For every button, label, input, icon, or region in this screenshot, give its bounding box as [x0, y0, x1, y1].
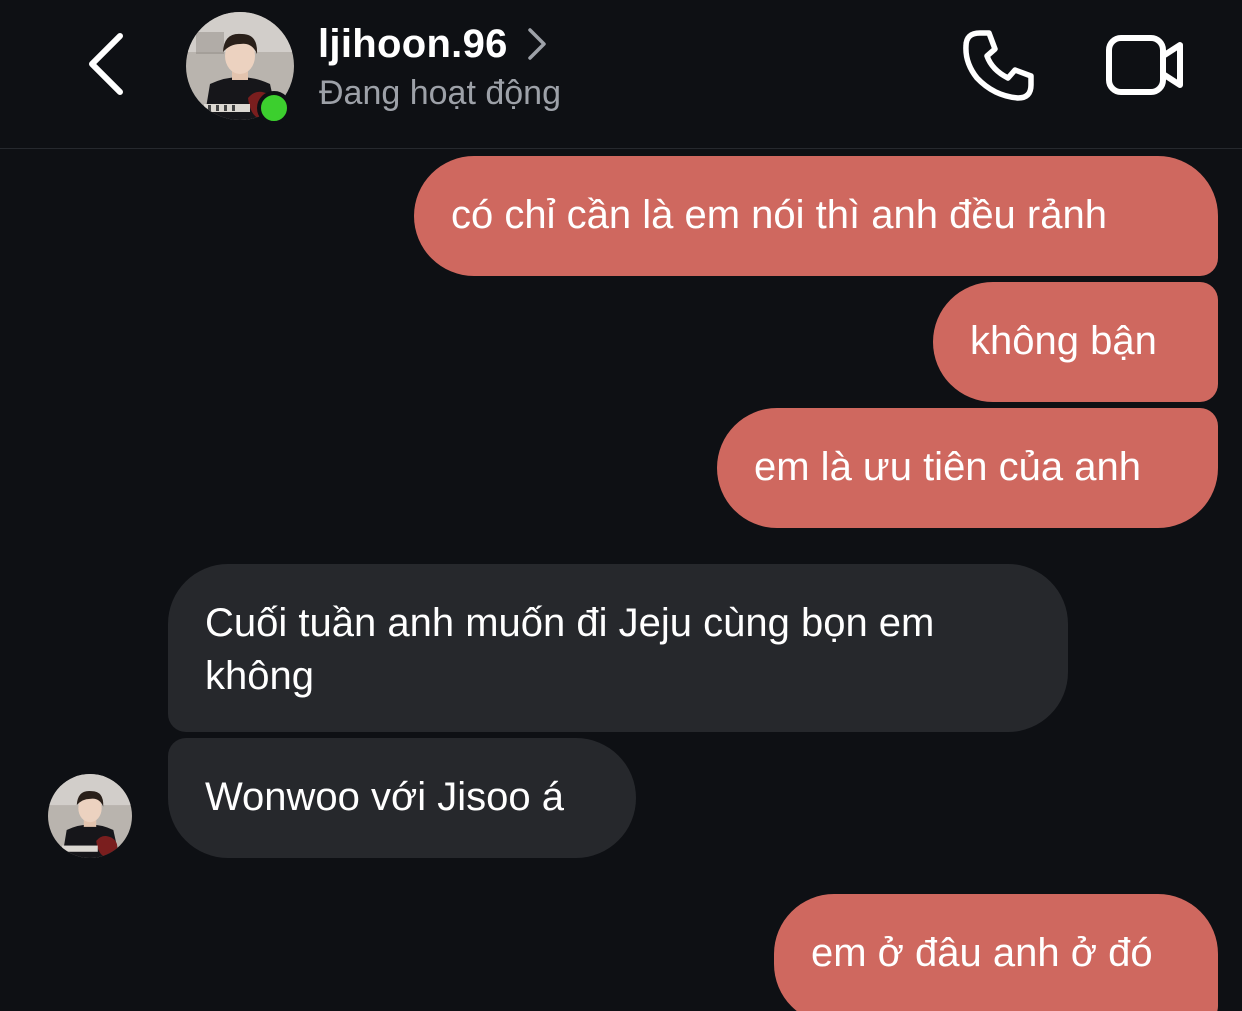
online-status-dot	[257, 91, 291, 125]
message-outgoing[interactable]: em ở đâu anh ở đó	[774, 894, 1218, 1011]
chat-header: ljihoon.96 Đang hoạt động	[0, 0, 1242, 149]
chevron-left-icon	[89, 33, 123, 95]
chat-screen: ljihoon.96 Đang hoạt động có chỉ cần là …	[0, 0, 1242, 1011]
username: ljihoon.96	[318, 21, 508, 66]
chevron-right-icon	[527, 28, 546, 60]
voice-call-button[interactable]	[960, 28, 1036, 104]
video-call-button[interactable]	[1104, 30, 1188, 100]
profile-avatar-button[interactable]	[186, 12, 294, 125]
message-outgoing[interactable]: có chỉ cần là em nói thì anh đều rảnh	[414, 156, 1218, 276]
phone-icon	[963, 30, 1034, 101]
message-incoming[interactable]: Wonwoo với Jisoo á	[168, 738, 636, 858]
activity-status: Đang hoạt động	[319, 74, 561, 112]
video-camera-icon	[1106, 35, 1183, 95]
message-outgoing[interactable]: không bận	[933, 282, 1218, 402]
message-text: em ở đâu anh ở đó	[811, 931, 1153, 975]
message-text: có chỉ cần là em nói thì anh đều rảnh	[451, 193, 1107, 237]
message-incoming[interactable]: Cuối tuần anh muốn đi Jeju cùng bọn em k…	[168, 564, 1068, 732]
message-text: em là ưu tiên của anh	[754, 445, 1142, 489]
message-text: Cuối tuần anh muốn đi Jeju cùng bọn em k…	[205, 601, 935, 698]
profile-name-link[interactable]: ljihoon.96	[318, 18, 548, 70]
message-outgoing[interactable]: em là ưu tiên của anh	[717, 408, 1218, 528]
message-text: không bận	[970, 319, 1157, 363]
sender-avatar[interactable]	[48, 774, 132, 858]
back-button[interactable]	[78, 28, 138, 100]
message-text: Wonwoo với Jisoo á	[205, 775, 564, 819]
